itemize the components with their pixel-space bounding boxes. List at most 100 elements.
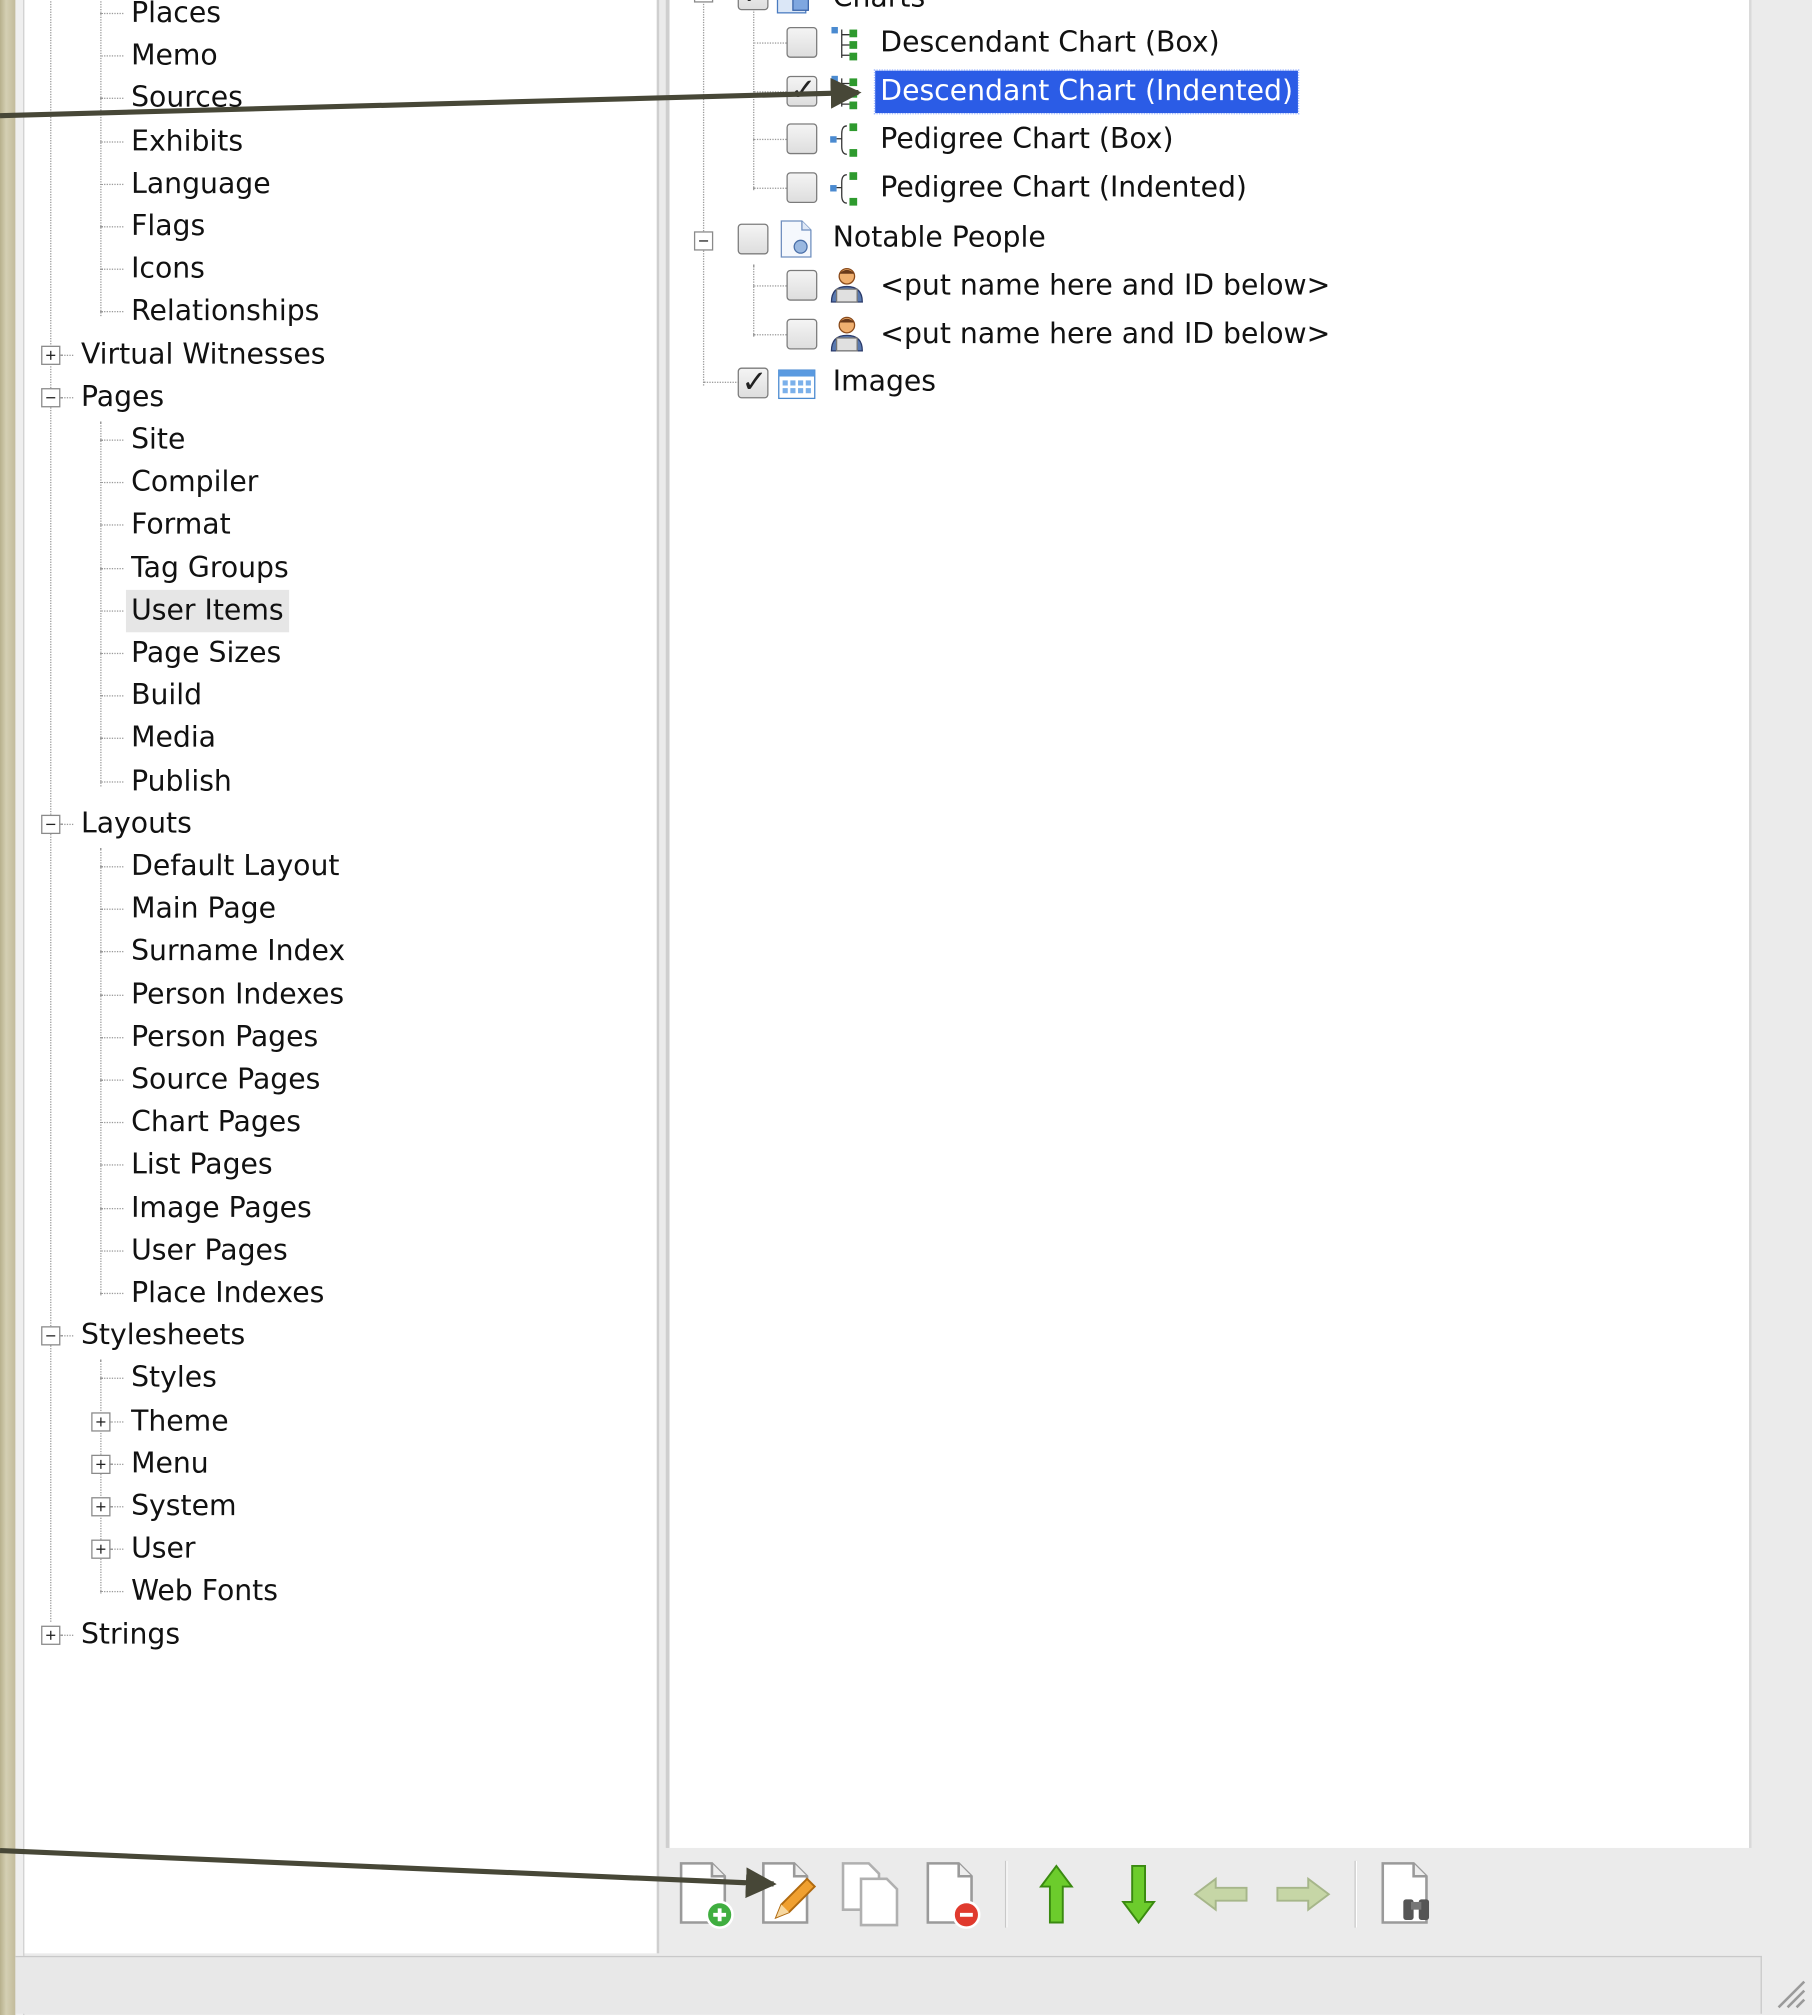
- tree-expander[interactable]: [91, 1454, 111, 1474]
- move-right-button[interactable]: [1270, 1858, 1337, 1930]
- tree-node[interactable]: Compiler: [126, 462, 264, 504]
- tree-expander[interactable]: [41, 1326, 61, 1346]
- chart-item-checkbox[interactable]: [786, 123, 818, 155]
- person-checkbox[interactable]: [786, 318, 818, 350]
- images-node[interactable]: Images: [828, 361, 942, 403]
- tree-line: [60, 1335, 74, 1337]
- tree-node[interactable]: Layouts: [76, 803, 197, 845]
- tree-node[interactable]: Flags: [126, 206, 210, 248]
- tree-node[interactable]: Strings: [76, 1614, 185, 1656]
- tree-expander[interactable]: [91, 1539, 111, 1560]
- tree-node[interactable]: Format: [126, 504, 236, 546]
- tree-node-label: Default Layout: [131, 850, 340, 883]
- chart-item[interactable]: Pedigree Chart (Box): [875, 118, 1179, 160]
- tree-node-label: User: [131, 1533, 196, 1566]
- find-button[interactable]: [1375, 1858, 1442, 1930]
- tree-node[interactable]: Publish: [126, 760, 237, 802]
- person-item[interactable]: <put name here and ID below>: [875, 265, 1335, 307]
- tree-node-label: Language: [131, 168, 271, 201]
- settings-tree-pane[interactable]: Places Memo Sources Exhibits Language Flags Ic…: [24, 0, 660, 1954]
- notable-people-checkbox[interactable]: [737, 223, 769, 255]
- tree-node[interactable]: Pages: [76, 376, 169, 418]
- tree-line: [702, 0, 705, 386]
- images-checkbox[interactable]: [737, 364, 769, 400]
- tree-node[interactable]: Chart Pages: [126, 1102, 306, 1144]
- tree-line: [110, 1463, 124, 1465]
- tree-node[interactable]: Main Page: [126, 888, 281, 930]
- person-checkbox[interactable]: [786, 269, 818, 301]
- move-up-button[interactable]: [1023, 1858, 1090, 1930]
- tree-node[interactable]: Stylesheets: [76, 1315, 251, 1357]
- chart-item-checkbox[interactable]: [786, 72, 818, 108]
- edit-item-button[interactable]: [756, 1858, 823, 1930]
- arrow-left-icon: [1193, 1876, 1248, 1912]
- tree-node[interactable]: Sources: [126, 78, 248, 120]
- chart-item-checkbox[interactable]: [786, 172, 818, 204]
- tree-node[interactable]: Theme: [126, 1400, 234, 1442]
- person-item[interactable]: <put name here and ID below>: [875, 314, 1335, 356]
- tree-node[interactable]: Relationships: [126, 291, 325, 333]
- notable-people-expander[interactable]: [693, 231, 714, 251]
- tree-line: [753, 0, 755, 191]
- tree-node[interactable]: Source Pages: [126, 1059, 326, 1101]
- tree-expander[interactable]: [41, 1625, 61, 1645]
- tree-node[interactable]: Image Pages: [126, 1187, 317, 1229]
- tree-node-label: Web Fonts: [131, 1576, 279, 1609]
- tree-node[interactable]: User Pages: [126, 1230, 293, 1272]
- move-down-button[interactable]: [1105, 1858, 1172, 1930]
- tree-node[interactable]: Icons: [126, 248, 210, 290]
- pedigree-chart-icon: [829, 170, 865, 206]
- person-item-label: <put name here and ID below>: [880, 318, 1331, 351]
- tree-node[interactable]: Build: [126, 675, 207, 717]
- tree-node[interactable]: Places: [126, 0, 226, 35]
- tree-node[interactable]: Styles: [126, 1358, 222, 1400]
- tree-node[interactable]: Virtual Witnesses: [76, 334, 331, 376]
- chart-item[interactable]: Descendant Chart (Box): [875, 22, 1225, 64]
- tree-line: [100, 951, 124, 953]
- tree-node[interactable]: Menu: [126, 1443, 214, 1485]
- charts-group-expander[interactable]: [693, 0, 714, 3]
- tree-node[interactable]: List Pages: [126, 1144, 278, 1186]
- tree-node[interactable]: User Items: [125, 589, 289, 633]
- tree-node[interactable]: Memo: [126, 35, 223, 77]
- delete-item-button[interactable]: [920, 1858, 987, 1930]
- tree-expander[interactable]: [41, 345, 61, 365]
- tree-node[interactable]: Site: [126, 419, 191, 461]
- arrow-right-icon: [1276, 1876, 1331, 1912]
- user-items-tree-pane[interactable]: Charts Notable People Images Descendant …: [665, 0, 1752, 1848]
- tree-expander[interactable]: [41, 387, 61, 408]
- delete-document-icon: [926, 1862, 981, 1929]
- tree-node[interactable]: Media: [126, 718, 221, 760]
- tree-node[interactable]: System: [126, 1486, 242, 1528]
- tree-node[interactable]: Page Sizes: [126, 632, 286, 674]
- tree-expander[interactable]: [41, 814, 61, 834]
- tree-node[interactable]: Tag Groups: [126, 547, 294, 589]
- resize-grip-icon[interactable]: [1771, 1974, 1806, 2009]
- tree-node-label: Virtual Witnesses: [80, 338, 326, 371]
- tree-node[interactable]: Surname Index: [126, 931, 350, 973]
- tree-node-label: System: [131, 1490, 237, 1523]
- tree-node[interactable]: Language: [126, 163, 276, 205]
- tree-node[interactable]: Place Indexes: [126, 1272, 330, 1314]
- chart-item[interactable]: Pedigree Chart (Indented): [875, 167, 1252, 209]
- tree-expander[interactable]: [91, 1411, 111, 1432]
- copy-item-button[interactable]: [838, 1858, 905, 1930]
- charts-group-checkbox[interactable]: [737, 0, 769, 12]
- tree-line: [753, 334, 787, 336]
- charts-group[interactable]: Charts: [828, 0, 931, 19]
- chart-item[interactable]: Descendant Chart (Indented): [873, 69, 1300, 115]
- notable-people-node[interactable]: Notable People: [828, 217, 1051, 259]
- tree-node-label: User Items: [125, 589, 289, 633]
- tree-node-label: List Pages: [131, 1149, 273, 1182]
- tree-node[interactable]: Web Fonts: [126, 1571, 283, 1613]
- tree-expander[interactable]: [91, 1497, 111, 1517]
- tree-node[interactable]: Person Pages: [126, 1016, 323, 1058]
- tree-node[interactable]: Exhibits: [126, 120, 248, 162]
- move-left-button[interactable]: [1187, 1858, 1254, 1930]
- tree-node[interactable]: Person Indexes: [126, 974, 349, 1016]
- tree-node[interactable]: Default Layout: [126, 846, 345, 888]
- tree-node-label: User Pages: [131, 1234, 288, 1267]
- chart-item-checkbox[interactable]: [786, 26, 818, 58]
- add-item-button[interactable]: [673, 1858, 740, 1930]
- tree-node[interactable]: User: [126, 1528, 201, 1570]
